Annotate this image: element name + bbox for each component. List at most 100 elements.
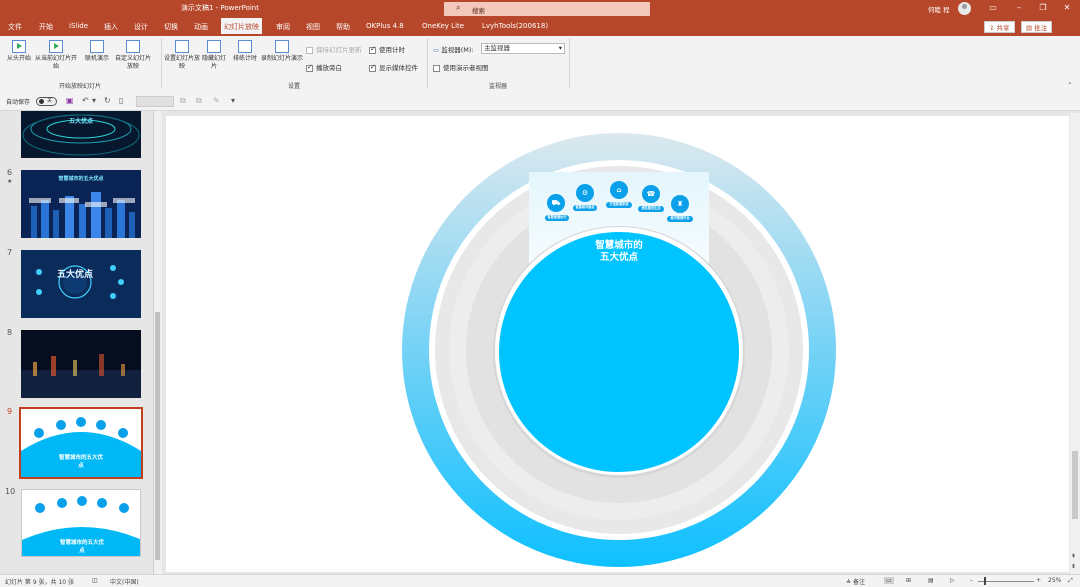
tab-file[interactable]: 文件 [8,22,22,32]
slide-thumbnail-5[interactable]: 五大优点 [21,111,141,158]
slide-thumbnail-7[interactable]: 五大优点 [21,250,141,318]
undo-icon[interactable]: ↶ [82,96,89,105]
play-narration-option[interactable]: 播放旁白 [306,62,342,72]
monitor-label: ▭ 监视器(M): [433,46,474,54]
custom-slideshow-icon [126,40,140,53]
from-current-button[interactable]: 从当前幻灯片开始 [34,40,78,71]
play-current-icon [49,40,63,53]
canvas-scroll-thumb[interactable] [1072,451,1078,519]
redo-icon[interactable]: ↻ [104,96,111,105]
present-icon[interactable]: ▯ [119,96,123,105]
slide-number-9: 9 [7,407,13,416]
tab-help[interactable]: 帮助 [336,22,350,32]
slide-canvas[interactable]: 智慧便捷出行 智慧城市建设 打造智慧家居 便民服务生活 城市管理平台 ⛟ ⚙ ⌂… [166,116,1069,572]
slide-number-8: 8 [7,328,13,337]
from-beginning-button[interactable]: 从头开始 [3,40,35,63]
tab-slideshow[interactable]: 幻灯片放映 [221,18,262,36]
save-icon[interactable]: ▣ [66,96,74,105]
tab-onekey[interactable]: OneKey Lite [422,22,464,30]
customize-qat-icon[interactable]: ▾ [231,96,235,105]
media-controls-checkbox[interactable] [369,63,376,72]
user-name[interactable]: 何睦 程 [928,4,950,14]
city-icon: ♜ [676,200,684,208]
zoom-slider-handle[interactable] [984,577,986,585]
reading-view-icon[interactable]: ▤ [928,577,934,584]
slide-number-7: 7 [7,248,13,257]
use-timings-option[interactable]: 使用计时 [369,44,405,54]
zoom-level[interactable]: 25% [1048,577,1061,584]
slide-graphic [402,133,836,567]
thumbnail-graphic [21,250,141,318]
slide-thumbnail-9[interactable]: 智慧城市的五大优点 [19,407,143,479]
restore-icon[interactable]: ❐ [1036,3,1050,12]
record-slideshow-button[interactable]: 录制幻灯片演示 [261,40,303,63]
play-narration-checkbox[interactable] [306,63,313,72]
next-slide-icon[interactable]: ⇟ [1071,563,1076,570]
tab-home[interactable]: 开始 [39,22,53,32]
monitor-select[interactable]: 主监视器 ▾ [481,43,565,54]
font-size-box[interactable] [136,96,174,107]
presenter-view-checkbox[interactable] [433,64,440,72]
tab-animations[interactable]: 动画 [194,22,208,32]
rehearse-timings-button[interactable]: 排练计时 [229,40,261,63]
presenter-view-option[interactable]: 使用演示者视图 [433,62,489,72]
share-button[interactable]: ⇪ 共享 [984,21,1015,33]
prev-slide-icon[interactable]: ⇞ [1071,553,1076,560]
record-icon [275,40,289,53]
keep-updated-checkbox[interactable] [306,46,313,54]
feature-label-4: 便民服务生活 [641,206,661,210]
canvas-scrollbar[interactable]: ⇞ ⇟ [1070,113,1080,574]
zoom-slider[interactable] [978,581,1034,582]
slideshow-view-icon[interactable]: ▷ [950,577,955,584]
custom-slideshow-button[interactable]: 自定义幻灯片放映 [113,40,153,71]
tab-insert[interactable]: 插入 [104,22,118,32]
tab-design[interactable]: 设计 [134,22,148,32]
keep-updated-option[interactable]: 保持幻灯片更新 [306,44,362,54]
thumbnail-scroll-thumb[interactable] [155,312,160,560]
timer-icon [238,40,252,53]
slide-title-line2: 五大优点 [599,252,638,263]
font-size-up-icon[interactable]: ⧉ [180,96,186,106]
tab-review[interactable]: 审阅 [276,22,290,32]
slide-thumbnail-6[interactable]: 智慧城市的五大优点 [21,170,141,238]
tab-view[interactable]: 视图 [306,22,320,32]
setup-slideshow-button[interactable]: 设置幻灯片放映 [163,40,201,71]
undo-dropdown-icon[interactable]: ▾ [92,96,96,105]
fit-to-window-icon[interactable]: ⤢ [1068,577,1073,585]
media-controls-option[interactable]: 显示媒体控件 [369,62,418,72]
zoom-out-icon[interactable]: – [970,577,973,584]
present-online-icon [90,40,104,53]
search-box[interactable]: ⌕ 搜索 [444,2,650,16]
title-bar: 演示文稿1 - PowerPoint ⌕ 搜索 何睦 程 ▭ – ❐ ✕ [0,0,1080,18]
zoom-in-icon[interactable]: + [1036,577,1041,584]
avatar[interactable] [958,2,971,15]
minimize-icon[interactable]: – [1012,3,1026,12]
collapse-ribbon-icon[interactable]: ˄ [1068,82,1072,90]
comment-button[interactable]: ▤ 批注 [1021,21,1053,33]
slide-thumbnail-8[interactable] [21,330,141,398]
thumbnail-title: 智慧城市的五大优点 [60,540,105,554]
present-online-button[interactable]: 联机演示 [82,40,112,63]
normal-view-icon[interactable]: ▭ [884,577,894,584]
use-timings-checkbox[interactable] [369,45,376,54]
accessibility-icon[interactable]: ◫ [92,577,98,584]
tab-transitions[interactable]: 切换 [164,22,178,32]
tab-okplus[interactable]: OKPlus 4.8 [366,22,404,30]
close-icon[interactable]: ✕ [1060,3,1074,12]
search-icon: ⌕ [456,3,461,12]
format-painter-icon[interactable]: ✎ [213,96,220,105]
center-circle [499,232,739,472]
tab-lvyhtools[interactable]: LvyhTools(200618) [482,22,548,30]
slide-sorter-icon[interactable]: ⊞ [906,577,911,584]
notes-button[interactable]: ≙ 备注 [846,577,865,586]
hide-slide-button[interactable]: 隐藏幻灯片 [200,40,228,71]
slide-thumbnail-10[interactable]: 智慧城市的五大优点 [21,489,141,557]
setup-icon [175,40,189,53]
tab-islide[interactable]: iSlide [69,22,88,30]
monitor-group-label: 监视器 [488,83,507,90]
animation-star-icon: ★ [7,178,13,185]
language-indicator[interactable]: 中文(中国) [110,577,139,586]
autosave-toggle[interactable]: 关 [36,97,57,106]
ribbon-display-icon[interactable]: ▭ [986,3,1000,12]
font-size-down-icon[interactable]: ⧉ [196,96,202,106]
